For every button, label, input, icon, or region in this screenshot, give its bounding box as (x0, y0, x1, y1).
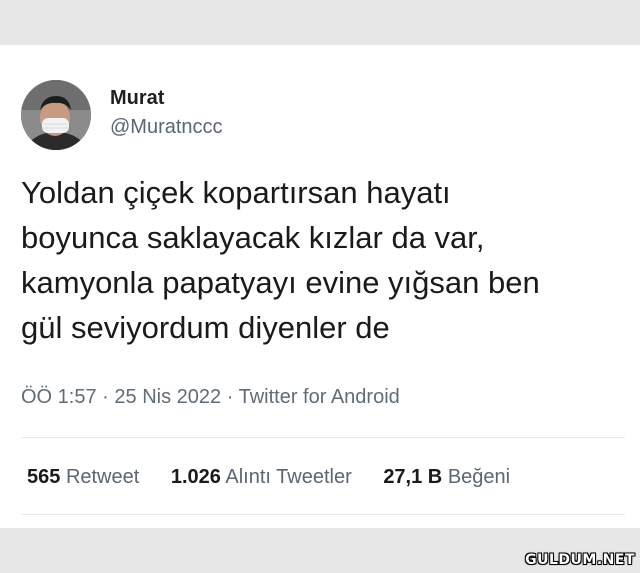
tweet-time[interactable]: ÖÖ 1:57 (21, 386, 97, 408)
watermark-logo: GULDUM.NET (525, 552, 635, 568)
quote-count: 1.026 (170, 466, 221, 488)
profile-photo (21, 80, 91, 150)
like-count: 27,1 B (383, 466, 443, 488)
like-stat[interactable]: 27,1 B Beğeni (383, 466, 510, 489)
retweet-count: 565 (27, 466, 61, 488)
retweet-stat[interactable]: 565 Retweet (27, 466, 139, 489)
author-handle[interactable]: @Muratnccc (110, 116, 223, 139)
avatar[interactable] (21, 80, 91, 150)
meta-separator: · (102, 386, 109, 408)
tweet-source[interactable]: Twitter for Android (239, 386, 400, 408)
tweet-meta: ÖÖ 1:57 · 25 Nis 2022 · Twitter for Andr… (21, 386, 400, 409)
tweet-text-line: gül seviyordum diyenler de (21, 310, 390, 345)
quote-stat[interactable]: 1.026 Alıntı Tweetler (171, 466, 352, 489)
tweet-stats: 565 Retweet 1.026 Alıntı Tweetler 27,1 B… (27, 466, 536, 489)
divider (21, 437, 625, 438)
tweet-text-line: kamyonla papatyayı evine yığsan ben (21, 265, 540, 300)
like-label: Beğeni (447, 466, 511, 488)
author-name[interactable]: Murat (110, 87, 164, 110)
retweet-label: Retweet (65, 466, 140, 488)
tweet-text: Yoldan çiçek kopartırsan hayatı boyunca … (21, 170, 621, 350)
meta-separator: · (226, 386, 234, 408)
quote-label: Alıntı Tweetler (225, 466, 352, 488)
divider (21, 514, 625, 515)
tweet-text-line: Yoldan çiçek kopartırsan hayatı (21, 175, 451, 210)
tweet-date[interactable]: 25 Nis 2022 (114, 386, 221, 408)
tweet-text-line: boyunca saklayacak kızlar da var, (21, 220, 485, 255)
